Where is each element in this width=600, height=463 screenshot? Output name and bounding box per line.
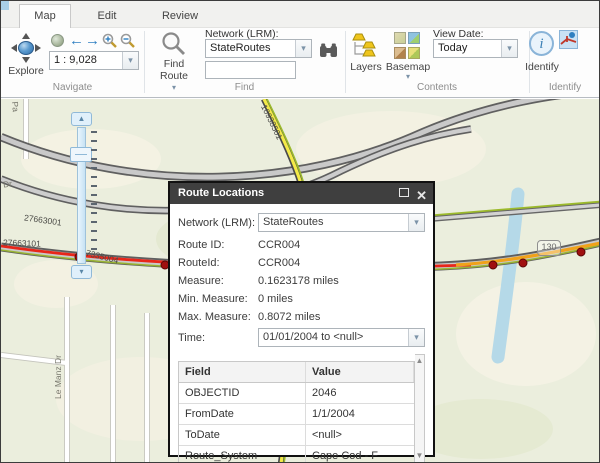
chevron-down-icon[interactable]: ▾ bbox=[408, 214, 424, 231]
field-label: Min. Measure: bbox=[178, 293, 258, 305]
ribbon-tab-row: Map Edit Review bbox=[1, 1, 600, 28]
route-number-label: 27663101 bbox=[3, 237, 41, 248]
group-label-find: Find bbox=[144, 82, 345, 93]
street-name-label: Pa bbox=[10, 101, 21, 112]
basemap-icon[interactable] bbox=[394, 32, 421, 59]
identify-route-tool-icon[interactable] bbox=[559, 30, 578, 49]
route-locations-dialog: Route Locations ✕ Network (LRM): StateRo… bbox=[168, 181, 435, 457]
cell-field: FromDate bbox=[179, 404, 306, 424]
field-network: Network (LRM): StateRoutes ▾ bbox=[178, 213, 425, 232]
street-name-label: Dr bbox=[2, 178, 12, 189]
network-lrm-value: StateRoutes bbox=[206, 40, 295, 57]
window-accent bbox=[1, 1, 9, 10]
cell-field: Route_System bbox=[179, 446, 306, 463]
scroll-down-icon[interactable]: ▼ bbox=[415, 450, 424, 462]
field-value: 0.1623178 miles bbox=[258, 275, 339, 287]
scroll-up-icon[interactable]: ▲ bbox=[415, 355, 424, 367]
network-dropdown[interactable]: StateRoutes ▾ bbox=[258, 213, 425, 232]
view-date-value: Today bbox=[434, 40, 501, 57]
close-icon[interactable]: ✕ bbox=[416, 185, 427, 206]
ribbon: Map Edit Review Explore ← → bbox=[1, 1, 600, 98]
field-label: Time: bbox=[178, 332, 258, 344]
tab-edit[interactable]: Edit bbox=[71, 4, 143, 28]
table-row[interactable]: Route_System Cape Cod - F Route (Minor A… bbox=[179, 446, 414, 463]
chevron-down-icon[interactable]: ▾ bbox=[295, 40, 311, 57]
field-measure: Measure: 0.1623178 miles bbox=[178, 273, 425, 288]
scale-value: 1 : 9,028 bbox=[50, 52, 122, 69]
explore-button[interactable]: Explore bbox=[3, 65, 49, 77]
field-value: 01/01/2004 to <null> bbox=[259, 329, 408, 346]
basemap-dropdown-caret[interactable]: ▾ bbox=[403, 74, 413, 80]
slider-up-icon[interactable]: ▲ bbox=[71, 112, 92, 126]
tab-map[interactable]: Map bbox=[19, 4, 71, 28]
attribute-table: Field Value OBJECTID 2046 FromDate 1/1/2… bbox=[178, 361, 415, 463]
table-row[interactable]: ToDate <null> bbox=[179, 425, 414, 446]
group-label-navigate: Navigate bbox=[1, 82, 144, 93]
table-row[interactable]: FromDate 1/1/2004 bbox=[179, 404, 414, 425]
slider-down-icon[interactable]: ▾ bbox=[71, 265, 92, 279]
field-value: 0 miles bbox=[258, 293, 293, 305]
cell-value: 1/1/2004 bbox=[306, 404, 414, 424]
route-search-input[interactable] bbox=[205, 61, 296, 79]
maximize-icon[interactable] bbox=[399, 188, 409, 197]
column-header-field[interactable]: Field bbox=[179, 362, 306, 382]
layers-button[interactable]: Layers bbox=[345, 61, 387, 73]
tab-review[interactable]: Review bbox=[143, 4, 217, 28]
dialog-titlebar[interactable]: Route Locations ✕ bbox=[170, 183, 433, 204]
dialog-body: Network (LRM): StateRoutes ▾ Route ID: C… bbox=[170, 204, 433, 463]
next-extent-icon[interactable]: → bbox=[85, 32, 100, 49]
cell-field: OBJECTID bbox=[179, 383, 306, 403]
explore-compass-icon[interactable] bbox=[11, 33, 41, 63]
field-value: CCR004 bbox=[258, 239, 300, 251]
group-label-contents: Contents bbox=[345, 82, 529, 93]
table-row[interactable]: OBJECTID 2046 bbox=[179, 383, 414, 404]
identify-icon[interactable]: i bbox=[529, 31, 554, 56]
field-label: Max. Measure: bbox=[178, 311, 258, 323]
field-min-measure: Min. Measure: 0 miles bbox=[178, 291, 425, 306]
chevron-down-icon[interactable]: ▾ bbox=[408, 329, 424, 346]
view-date-dropdown[interactable]: Today ▾ bbox=[433, 39, 518, 58]
network-lrm-dropdown[interactable]: StateRoutes ▾ bbox=[205, 39, 312, 58]
layers-icon[interactable] bbox=[352, 32, 379, 59]
full-extent-globe-icon[interactable] bbox=[51, 34, 64, 47]
column-header-value[interactable]: Value bbox=[306, 362, 414, 382]
field-value: StateRoutes bbox=[259, 214, 408, 231]
chevron-down-icon[interactable]: ▾ bbox=[501, 40, 517, 57]
app-window: Map Edit Review Explore ← → bbox=[0, 0, 600, 463]
field-label: Measure: bbox=[178, 275, 258, 287]
field-label: Route ID: bbox=[178, 239, 258, 251]
table-scrollbar[interactable]: ▲ ▼ bbox=[415, 354, 425, 463]
identify-button[interactable]: Identify bbox=[519, 61, 565, 73]
field-routeid: RouteId: CCR004 bbox=[178, 255, 425, 270]
zoom-in-icon[interactable] bbox=[102, 33, 118, 49]
cell-value: <null> bbox=[306, 425, 414, 445]
time-dropdown[interactable]: 01/01/2004 to <null> ▾ bbox=[258, 328, 425, 347]
table-header-row: Field Value bbox=[179, 362, 414, 383]
cell-value: 2046 bbox=[306, 383, 414, 403]
street-name-label: Le Manz Dr bbox=[53, 355, 63, 399]
cell-value: Cape Cod - F Route (Minor Arterial/ Coll… bbox=[306, 446, 414, 463]
route-shield: 130 bbox=[537, 240, 561, 256]
dialog-title: Route Locations bbox=[178, 187, 264, 199]
binoculars-icon[interactable] bbox=[319, 41, 338, 59]
field-max-measure: Max. Measure: 0.8072 miles bbox=[178, 309, 425, 324]
field-label: Network (LRM): bbox=[178, 217, 258, 229]
scale-combobox[interactable]: 1 : 9,028 ▾ bbox=[49, 51, 139, 70]
slider-thumb[interactable] bbox=[70, 147, 92, 162]
field-label: RouteId: bbox=[178, 257, 258, 269]
field-value: CCR004 bbox=[258, 257, 300, 269]
find-route-magnifier-icon[interactable] bbox=[161, 31, 187, 57]
group-label-identify: Identify bbox=[529, 82, 600, 93]
field-route-id: Route ID: CCR004 bbox=[178, 237, 425, 252]
chevron-down-icon[interactable]: ▾ bbox=[122, 52, 138, 69]
find-route-button[interactable]: Find Route bbox=[153, 58, 195, 82]
field-time: Time: 01/01/2004 to <null> ▾ bbox=[178, 328, 425, 347]
zoom-out-icon[interactable] bbox=[120, 33, 136, 49]
field-value: 0.8072 miles bbox=[258, 311, 320, 323]
cell-field: ToDate bbox=[179, 425, 306, 445]
previous-extent-icon[interactable]: ← bbox=[69, 32, 84, 49]
